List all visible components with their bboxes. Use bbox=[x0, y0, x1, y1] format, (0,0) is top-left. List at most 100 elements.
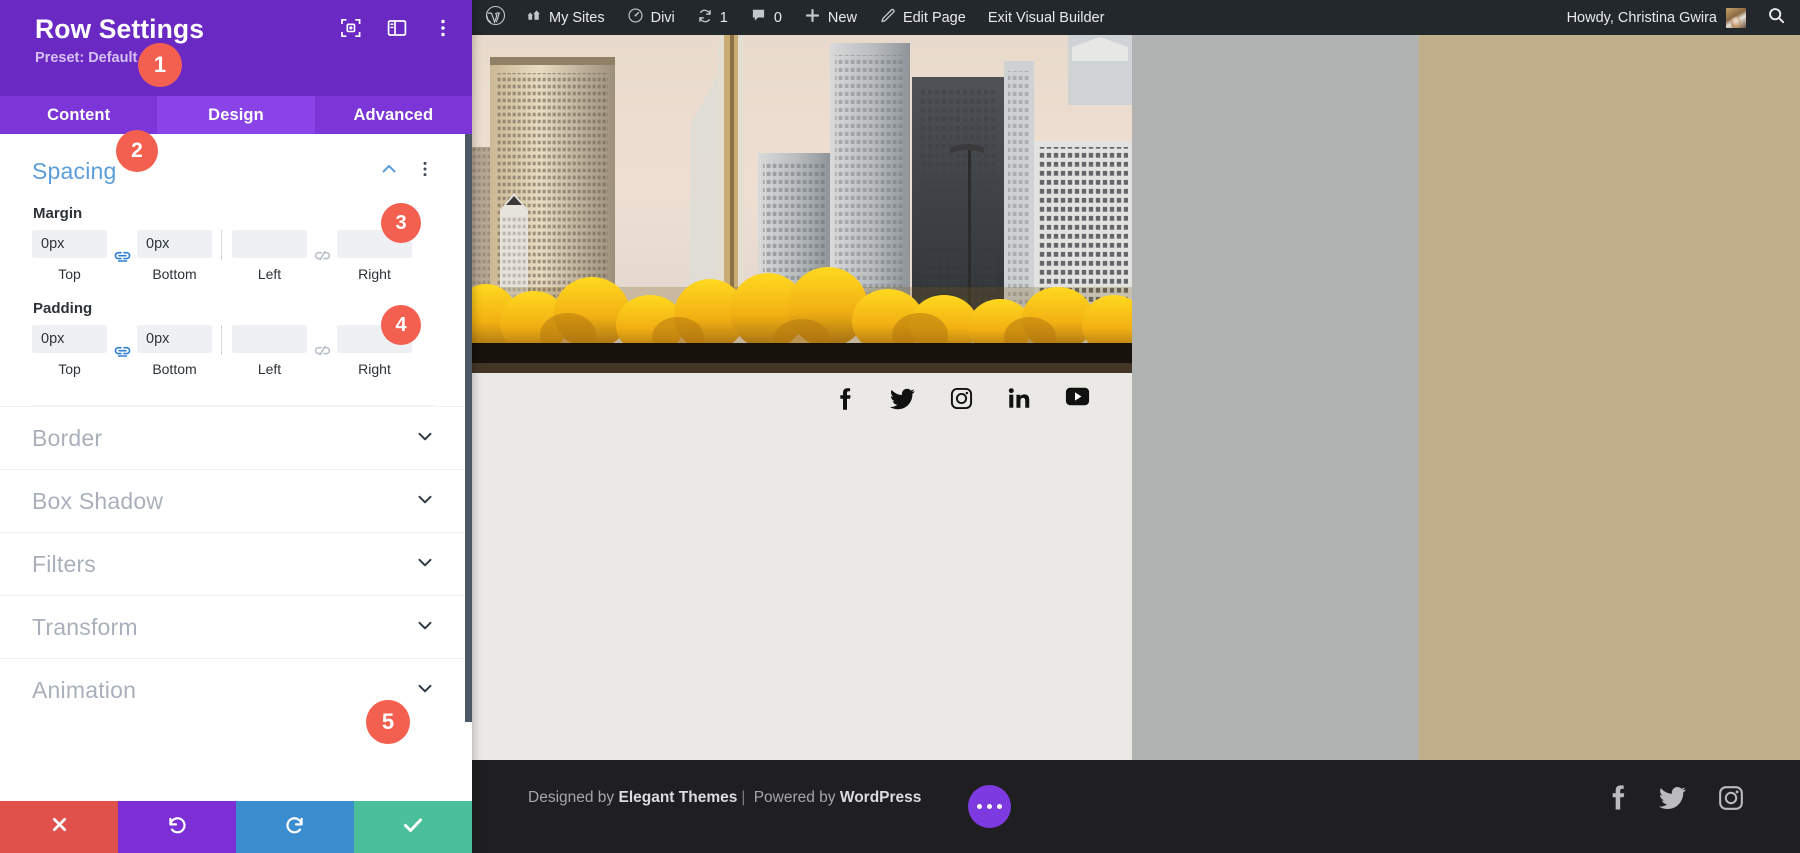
facebook-icon[interactable] bbox=[1610, 784, 1627, 816]
pencil-icon bbox=[879, 7, 896, 28]
section-border[interactable]: Border bbox=[0, 406, 464, 469]
hero-image bbox=[472, 35, 1132, 373]
margin-bottom-input[interactable]: 0px bbox=[137, 230, 212, 258]
margin-bottom-caption: Bottom bbox=[137, 266, 212, 282]
instagram-icon[interactable] bbox=[950, 387, 973, 416]
section-box-shadow-label: Box Shadow bbox=[32, 488, 163, 515]
wordpress-logo-icon bbox=[485, 5, 506, 30]
callout-badge-3: 3 bbox=[381, 203, 421, 243]
twitter-icon[interactable] bbox=[890, 387, 915, 416]
panel-scrollbar[interactable] bbox=[465, 134, 472, 801]
chevron-up-icon[interactable] bbox=[380, 160, 398, 183]
section-transform[interactable]: Transform bbox=[0, 595, 464, 658]
margin-label: Margin bbox=[33, 205, 434, 222]
undo-icon bbox=[166, 814, 188, 841]
padding-top-input[interactable]: 0px bbox=[32, 325, 107, 353]
cancel-button[interactable] bbox=[0, 801, 118, 853]
edit-page-menu[interactable]: Edit Page bbox=[868, 0, 977, 35]
padding-top-caption: Top bbox=[32, 361, 107, 377]
focus-icon[interactable] bbox=[340, 17, 362, 39]
redo-icon bbox=[284, 814, 306, 841]
divi-label: Divi bbox=[651, 10, 675, 26]
search-button[interactable] bbox=[1759, 6, 1800, 29]
my-sites-menu[interactable]: My Sites bbox=[514, 0, 616, 35]
powered-by-brand[interactable]: WordPress bbox=[840, 789, 922, 806]
youtube-icon[interactable] bbox=[1065, 387, 1090, 416]
margin-top-caption: Top bbox=[32, 266, 107, 282]
sites-icon bbox=[525, 7, 542, 28]
comment-icon bbox=[750, 7, 767, 28]
padding-bottom-input[interactable]: 0px bbox=[137, 325, 212, 353]
comments-menu[interactable]: 0 bbox=[739, 0, 793, 35]
margin-inputs-row: 0px Top bbox=[32, 230, 434, 282]
check-icon bbox=[401, 813, 425, 842]
skyline-illustration bbox=[472, 35, 1132, 373]
layout-panel-icon[interactable] bbox=[386, 17, 408, 39]
divi-menu-button[interactable] bbox=[968, 785, 1011, 828]
margin-left-input[interactable] bbox=[232, 230, 307, 258]
undo-button[interactable] bbox=[118, 801, 236, 853]
twitter-icon[interactable] bbox=[1659, 786, 1686, 815]
divi-menu[interactable]: Divi bbox=[616, 0, 686, 35]
padding-divider bbox=[221, 325, 222, 355]
howdy-user-menu[interactable]: Howdy, Christina Gwira bbox=[1554, 8, 1759, 28]
credit-separator: | bbox=[741, 789, 745, 806]
margin-top-input[interactable]: 0px bbox=[32, 230, 107, 258]
panel-header-icons bbox=[340, 17, 454, 39]
callout-badge-1: 1 bbox=[138, 43, 182, 87]
admin-bar-right: Howdy, Christina Gwira bbox=[1554, 6, 1800, 29]
margin-link-top-bottom-icon[interactable] bbox=[107, 242, 137, 270]
section-filters-label: Filters bbox=[32, 551, 96, 578]
tab-advanced[interactable]: Advanced bbox=[315, 96, 472, 134]
margin-right-caption: Right bbox=[337, 266, 412, 282]
padding-link-left-right-icon[interactable] bbox=[307, 337, 337, 365]
new-menu[interactable]: New bbox=[793, 0, 868, 35]
scrollbar-thumb[interactable] bbox=[465, 134, 472, 722]
exit-visual-builder-button[interactable]: Exit Visual Builder bbox=[977, 0, 1116, 35]
section-box-shadow[interactable]: Box Shadow bbox=[0, 469, 464, 532]
tan-color-block[interactable] bbox=[1419, 35, 1800, 760]
site-footer: Designed by Elegant Themes| Powered by W… bbox=[472, 760, 1800, 853]
spacing-section-header: Spacing bbox=[0, 134, 464, 189]
section-transform-label: Transform bbox=[32, 614, 138, 641]
content-row[interactable] bbox=[472, 35, 1132, 760]
linkedin-icon[interactable] bbox=[1008, 387, 1030, 416]
footer-social-icons bbox=[1610, 784, 1744, 816]
edit-page-label: Edit Page bbox=[903, 10, 966, 26]
save-button[interactable] bbox=[354, 801, 472, 853]
screen-root: Row Settings Preset: Default▾ bbox=[0, 0, 1800, 853]
tab-content[interactable]: Content bbox=[0, 96, 157, 134]
padding-left-caption: Left bbox=[232, 361, 307, 377]
redo-button[interactable] bbox=[236, 801, 354, 853]
gray-color-block[interactable] bbox=[1132, 35, 1419, 760]
padding-left-input[interactable] bbox=[232, 325, 307, 353]
section-filters[interactable]: Filters bbox=[0, 532, 464, 595]
comments-count: 0 bbox=[774, 10, 782, 26]
callout-badge-2: 2 bbox=[116, 130, 158, 172]
margin-link-left-right-icon[interactable] bbox=[307, 242, 337, 270]
close-icon bbox=[49, 814, 70, 840]
updates-menu[interactable]: 1 bbox=[686, 0, 739, 35]
howdy-label: Howdy, Christina Gwira bbox=[1567, 10, 1717, 26]
wordpress-logo-button[interactable] bbox=[472, 0, 514, 35]
social-icons-row bbox=[472, 387, 1132, 416]
callout-badge-5: 5 bbox=[366, 700, 410, 744]
page-canvas: Designed by Elegant Themes| Powered by W… bbox=[472, 35, 1800, 853]
instagram-icon[interactable] bbox=[1718, 785, 1744, 816]
spacing-options-icon[interactable] bbox=[416, 160, 434, 183]
avatar bbox=[1726, 8, 1746, 28]
padding-label: Padding bbox=[33, 300, 434, 317]
powered-by-prefix: Powered by bbox=[749, 789, 839, 806]
panel-footer bbox=[0, 801, 472, 853]
preset-selector[interactable]: Preset: Default▾ bbox=[35, 50, 450, 66]
designed-by-brand[interactable]: Elegant Themes bbox=[618, 789, 737, 806]
vertical-dots-icon[interactable] bbox=[432, 17, 454, 39]
refresh-icon bbox=[697, 8, 713, 28]
search-icon bbox=[1767, 6, 1786, 29]
updates-count: 1 bbox=[720, 10, 728, 26]
section-border-label: Border bbox=[32, 425, 102, 452]
padding-bottom-caption: Bottom bbox=[137, 361, 212, 377]
tab-design[interactable]: Design bbox=[157, 96, 314, 134]
facebook-icon[interactable] bbox=[836, 387, 855, 416]
padding-link-top-bottom-icon[interactable] bbox=[107, 337, 137, 365]
